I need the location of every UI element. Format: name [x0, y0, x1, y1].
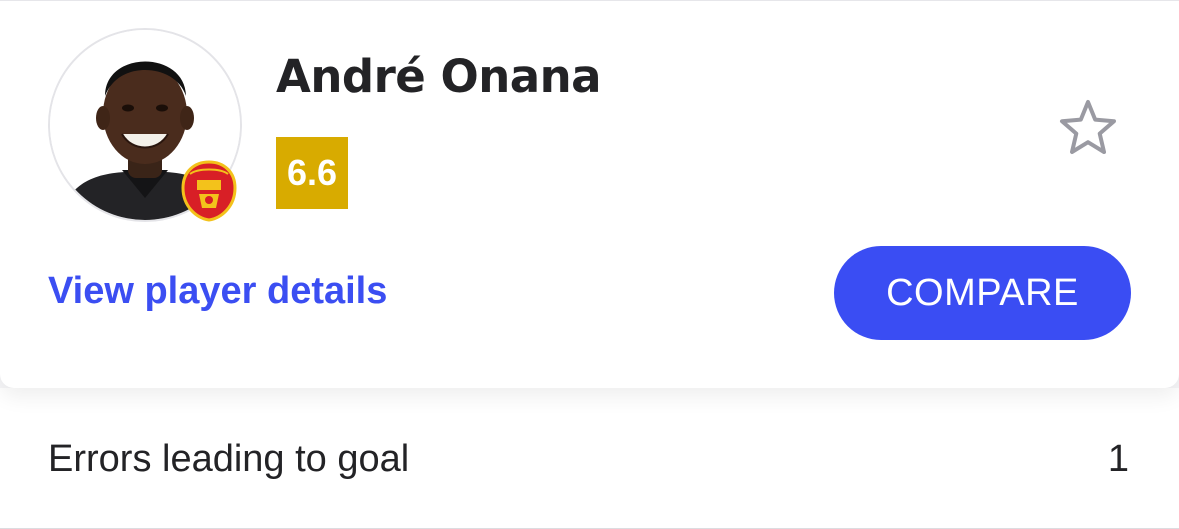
favorite-button[interactable] — [1056, 96, 1120, 160]
stat-value: 1 — [1107, 438, 1129, 480]
stat-label: Errors leading to goal — [48, 438, 410, 480]
club-crest-icon — [181, 160, 237, 222]
star-outline-icon — [1060, 100, 1116, 154]
compare-button[interactable]: COMPARE — [834, 246, 1131, 340]
player-card: André Onana 6.6 View player details COMP… — [0, 0, 1179, 388]
player-name: André Onana — [276, 50, 602, 103]
stat-row-errors-leading-to-goal: Errors leading to goal 1 — [0, 388, 1179, 529]
top-divider — [0, 0, 1179, 1]
player-rating-badge: 6.6 — [276, 137, 348, 209]
view-player-details-link[interactable]: View player details — [48, 270, 387, 313]
